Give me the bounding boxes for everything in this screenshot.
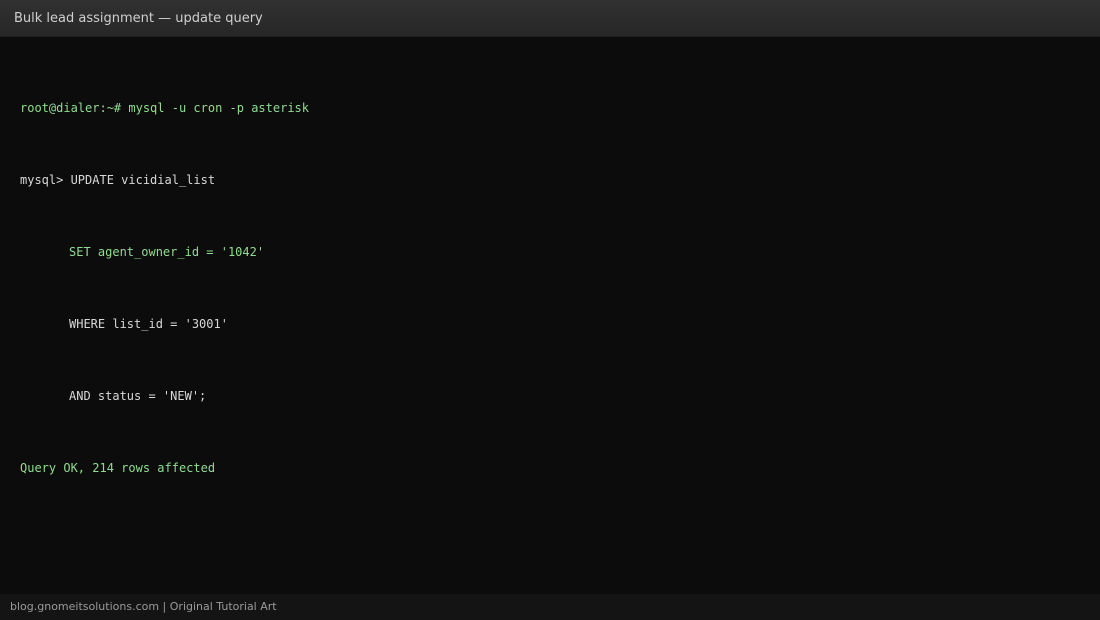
shell-command: mysql -u cron -p asterisk [128, 101, 309, 115]
shell-prompt: root@dialer:~# [20, 101, 129, 115]
sql-and-clause: AND status = 'NEW'; [69, 389, 207, 403]
terminal-line: root@dialer:~# mysql -u cron -p asterisk [20, 96, 1080, 120]
sql-update-clause: UPDATE vicidial_list [70, 173, 216, 187]
terminal-line: Query OK, 214 rows affected [20, 456, 1080, 480]
terminal-line: WHERE list_id = '3001' [20, 312, 1080, 336]
mysql-prompt: mysql> [20, 173, 71, 187]
terminal-window: Bulk lead assignment — update query root… [0, 0, 1100, 620]
footer-bar: blog.gnomeitsolutions.com | Original Tut… [0, 594, 1100, 620]
window-title: Bulk lead assignment — update query [14, 11, 263, 26]
terminal-line: AND status = 'NEW'; [20, 384, 1080, 408]
footer-credit: blog.gnomeitsolutions.com | Original Tut… [10, 600, 277, 613]
terminal-line: mysql> UPDATE vicidial_list [20, 168, 1080, 192]
sql-set-clause: SET agent_owner_id = '1042' [69, 245, 265, 259]
terminal-output[interactable]: root@dialer:~# mysql -u cron -p asterisk… [20, 48, 1080, 528]
query-result: Query OK, 214 rows affected [20, 461, 216, 475]
sql-where-clause: WHERE list_id = '3001' [69, 317, 228, 331]
title-bar[interactable]: Bulk lead assignment — update query [0, 0, 1100, 37]
terminal-line: SET agent_owner_id = '1042' [20, 240, 1080, 264]
